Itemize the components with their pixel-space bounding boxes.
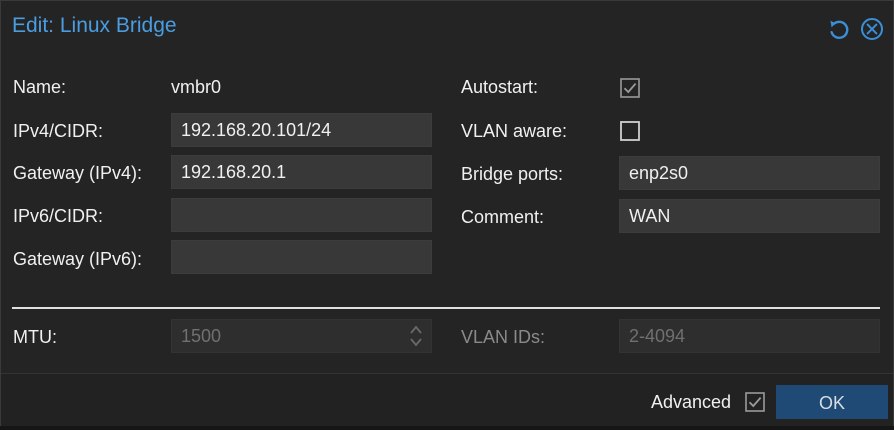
vlan-aware-checkbox[interactable] bbox=[620, 121, 640, 141]
ipv6-cidr-input[interactable] bbox=[171, 198, 432, 232]
close-circle-icon[interactable] bbox=[860, 17, 884, 41]
comment-input[interactable]: WAN bbox=[619, 199, 880, 233]
ok-button[interactable]: OK bbox=[776, 385, 888, 419]
advanced-divider bbox=[12, 307, 880, 309]
edit-linux-bridge-dialog: Edit: Linux Bridge Name: vmbr0 IPv4/CIDR… bbox=[0, 0, 894, 427]
vlan-ids-input: 2-4094 bbox=[619, 319, 880, 353]
mtu-input: 1500 bbox=[171, 319, 432, 353]
bridge-ports-input[interactable]: enp2s0 bbox=[619, 156, 880, 190]
ipv4-cidr-input[interactable]: 192.168.20.101/24 bbox=[171, 113, 432, 147]
mtu-stepper-icon bbox=[409, 323, 423, 349]
dialog-title: Edit: Linux Bridge bbox=[12, 14, 177, 37]
mtu-placeholder: 1500 bbox=[181, 326, 222, 346]
gateway-ipv4-label: Gateway (IPv4): bbox=[13, 163, 143, 183]
advanced-checkbox[interactable] bbox=[745, 392, 765, 412]
name-label: Name: bbox=[13, 77, 67, 97]
advanced-label: Advanced bbox=[651, 392, 732, 412]
mtu-label: MTU: bbox=[13, 327, 57, 347]
gateway-ipv6-input[interactable] bbox=[171, 240, 432, 274]
reset-icon[interactable] bbox=[827, 17, 851, 41]
autostart-label: Autostart: bbox=[461, 77, 539, 97]
ipv4-cidr-label: IPv4/CIDR: bbox=[13, 121, 104, 141]
gateway-ipv6-label: Gateway (IPv6): bbox=[13, 249, 143, 269]
name-value: vmbr0 bbox=[171, 77, 222, 97]
background-strip bbox=[0, 426, 894, 430]
ipv6-cidr-label: IPv6/CIDR: bbox=[13, 206, 104, 226]
comment-label: Comment: bbox=[461, 207, 545, 227]
gateway-ipv4-input[interactable]: 192.168.20.1 bbox=[171, 155, 432, 189]
vlan-ids-label: VLAN IDs: bbox=[461, 327, 546, 347]
autostart-checkbox[interactable] bbox=[620, 78, 640, 98]
bridge-ports-label: Bridge ports: bbox=[461, 164, 564, 184]
vlan-aware-label: VLAN aware: bbox=[461, 121, 568, 141]
dialog-header: Edit: Linux Bridge bbox=[1, 1, 893, 55]
